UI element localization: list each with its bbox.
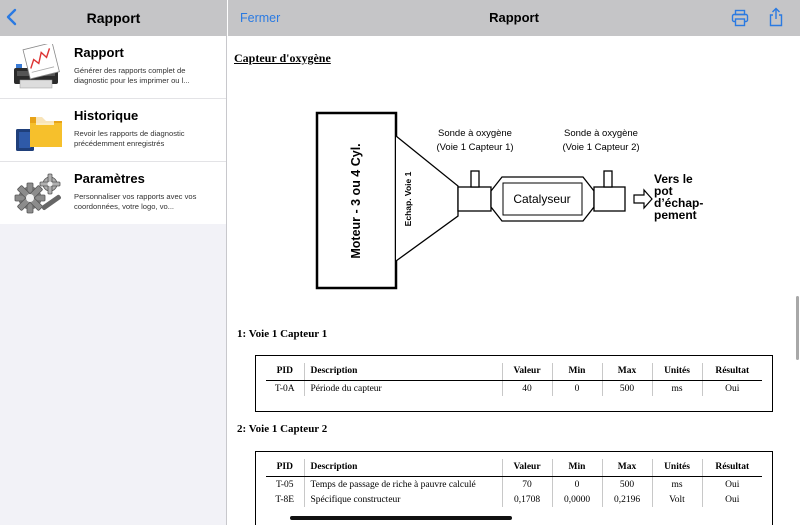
cell-min: 0 (551, 380, 602, 396)
share-icon[interactable] (768, 7, 784, 27)
table-header-row: PID Description Valeur Min Max Unités Ré… (266, 459, 762, 477)
cell-pid: T-05 (275, 480, 294, 490)
cell-units: ms (651, 476, 702, 492)
cell-value: 70 (501, 476, 552, 492)
section-title-1: 1: Voie 1 Capteur 1 (237, 328, 328, 340)
sensor1-pipe (457, 186, 492, 212)
col-result: Résultat (701, 459, 762, 477)
sidebar-item-desc: Générer des rapports complet de diagnost… (74, 66, 190, 85)
cell-min: 0,0000 (551, 492, 602, 507)
cell-pid: T-0A (274, 384, 295, 394)
sidebar-item-rapport[interactable]: Rapport Générer des rapports complet de … (0, 36, 226, 99)
print-icon[interactable] (731, 9, 749, 27)
home-indicator[interactable] (290, 516, 512, 520)
sensor1-probe (470, 170, 480, 188)
sensor2-label-line2: (Voie 1 Capteur 2) (562, 142, 639, 153)
catalyst-label: Catalyseur (513, 192, 570, 206)
scrollbar[interactable] (796, 296, 799, 360)
sidebar-item-title: Paramètres (74, 171, 145, 186)
oxygen-sensor-diagram: Moteur - 3 ou 4 Cyl. Echap. Voie 1 Catal… (315, 111, 703, 290)
sidebar-item-parametres[interactable]: Paramètres Personnaliser vos rapports av… (0, 162, 226, 224)
cell-description: Période du capteur (303, 380, 502, 396)
col-max: Max (601, 459, 652, 477)
results-table-1: PID Description Valeur Min Max Unités Ré… (255, 355, 773, 412)
cell-result: Oui (701, 476, 762, 492)
sidebar-item-title: Historique (74, 108, 139, 123)
main-navbar: Fermer Rapport (228, 0, 800, 36)
col-pid: PID (266, 363, 304, 381)
app-window: Rapport Rapport Générer des rapports com… (0, 0, 800, 525)
document-heading: Capteur d'oxygène (234, 51, 331, 65)
cell-min: 0 (551, 476, 602, 492)
table-row: T-8E Spécifique constructeur 0,1708 0,00… (266, 492, 762, 507)
col-value: Valeur (501, 459, 552, 477)
cell-description: Spécifique constructeur (303, 492, 502, 507)
exit-arrow-icon (633, 188, 653, 210)
col-max: Max (601, 363, 652, 381)
exhaust-label: Echap. Voie 1 (403, 171, 413, 226)
col-description: Description (303, 459, 502, 477)
report-document: Capteur d'oxygène Moteur - 3 ou 4 Cyl. E… (228, 36, 800, 525)
cell-pid: T-8E (275, 495, 295, 505)
sidebar-item-title: Rapport (74, 45, 124, 60)
col-units: Unités (651, 459, 702, 477)
sidebar-item-desc: Revoir les rapports de diagnostic précéd… (74, 129, 185, 148)
col-value: Valeur (501, 363, 552, 381)
table-row: T-0A Période du capteur 40 0 500 ms Oui (266, 380, 762, 396)
sidebar-list: Rapport Générer des rapports complet de … (0, 36, 226, 224)
sensor2-probe (603, 170, 613, 188)
sidebar-navbar: Rapport (0, 0, 227, 36)
sidebar-title: Rapport (86, 10, 141, 26)
section-title-2: 2: Voie 1 Capteur 2 (237, 423, 328, 435)
sensor2-label-line1: Sonde à oxygène (564, 128, 638, 139)
cell-result: Oui (701, 380, 762, 396)
col-description: Description (303, 363, 502, 381)
cell-max: 500 (601, 380, 652, 396)
page-title: Rapport (489, 10, 539, 25)
col-units: Unités (651, 363, 702, 381)
sidebar-item-desc: Personnaliser vos rapports avec vos coor… (74, 192, 197, 211)
folder-icon (16, 117, 62, 151)
cell-max: 0,2196 (601, 492, 652, 507)
cell-value: 0,1708 (501, 492, 552, 507)
cell-max: 500 (601, 476, 652, 492)
sidebar: Rapport Rapport Générer des rapports com… (0, 0, 227, 525)
cell-value: 40 (501, 380, 552, 396)
col-pid: PID (266, 459, 304, 477)
sensor2-pipe (593, 186, 626, 212)
tail-label-line4: pement (654, 208, 697, 222)
table-header-row: PID Description Valeur Min Max Unités Ré… (266, 363, 762, 381)
table-row: T-05 Temps de passage de riche à pauvre … (266, 476, 762, 492)
col-min: Min (551, 363, 602, 381)
printer-report-icon (14, 44, 60, 89)
engine-label: Moteur - 3 ou 4 Cyl. (349, 143, 363, 258)
main-panel: Fermer Rapport Capteur d'oxygène Moteur … (228, 0, 800, 525)
sensor1-label-line2: (Voie 1 Capteur 1) (436, 142, 513, 153)
results-table-2: PID Description Valeur Min Max Unités Ré… (255, 451, 773, 525)
sensor1-label-line1: Sonde à oxygène (438, 128, 512, 139)
col-min: Min (551, 459, 602, 477)
sidebar-item-historique[interactable]: Historique Revoir les rapports de diagno… (0, 99, 226, 162)
cell-units: Volt (651, 492, 702, 507)
cell-units: ms (651, 380, 702, 396)
gears-icon (14, 173, 61, 214)
cell-result: Oui (701, 492, 762, 507)
cell-description: Temps de passage de riche à pauvre calcu… (303, 476, 502, 492)
col-result: Résultat (701, 363, 762, 381)
